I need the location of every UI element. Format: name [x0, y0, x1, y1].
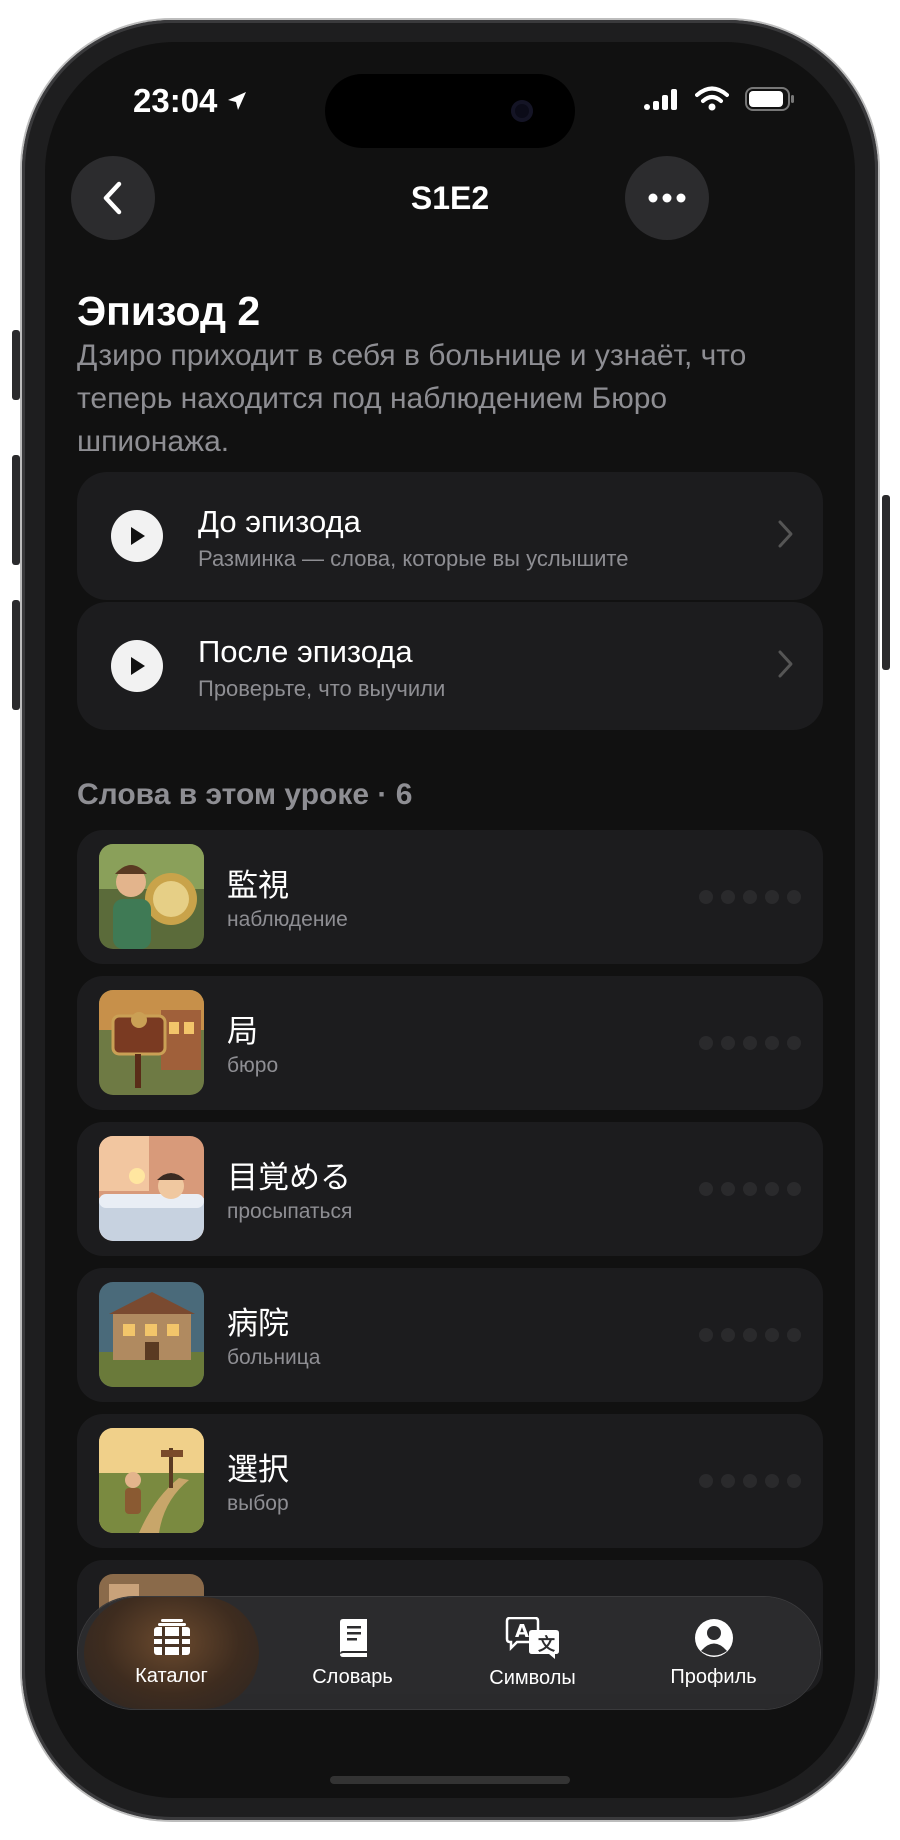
progress-dots [699, 890, 801, 904]
svg-text:A: A [515, 1621, 529, 1642]
tab-label: Символы [489, 1666, 576, 1689]
word-row[interactable]: 局 бюро [77, 976, 823, 1110]
tab-dictionary[interactable]: Словарь [265, 1597, 440, 1709]
word-row[interactable]: 選択 выбор [77, 1414, 823, 1548]
word-kanji: 目覚める [227, 1160, 351, 1195]
screen: 23:04 S1E2 Эпизод 2 Дзиро приходит в себ… [45, 42, 855, 1798]
word-translation: больница [227, 1346, 321, 1369]
word-translation: бюро [227, 1054, 279, 1077]
film-icon [153, 1618, 190, 1655]
power-button [882, 495, 890, 670]
profile-icon [694, 1618, 733, 1657]
battery-icon [745, 87, 794, 111]
word-kanji: 選択 [227, 1452, 289, 1487]
cellular-signal-icon [644, 89, 677, 110]
home-indicator [330, 1776, 570, 1784]
camera [511, 100, 533, 122]
wifi-icon [695, 86, 729, 111]
action-subtitle: Разминка — слова, которые вы услышите [198, 546, 629, 571]
play-icon [111, 510, 163, 562]
status-time: 23:04 [133, 82, 249, 120]
word-row[interactable]: 目覚める просыпаться [77, 1122, 823, 1256]
tab-bar: Каталог Словарь A 文 Символы Профиль [78, 1597, 820, 1709]
action-title: После эпизода [198, 634, 413, 669]
word-illustration [99, 1282, 204, 1387]
progress-dots [699, 1328, 801, 1342]
word-illustration [99, 990, 204, 1095]
word-translation: наблюдение [227, 908, 348, 931]
action-button [12, 330, 20, 400]
action-subtitle: Проверьте, что выучили [198, 676, 446, 701]
progress-dots [699, 1474, 801, 1488]
volume-up-button [12, 455, 20, 565]
episode-description: Дзиро приходит в себя в больнице и узнаё… [77, 339, 747, 458]
word-kanji: 局 [227, 1014, 258, 1049]
dynamic-island [325, 74, 575, 148]
svg-text:文: 文 [538, 1634, 556, 1655]
volume-down-button [12, 600, 20, 710]
play-icon [111, 640, 163, 692]
word-kanji: 病院 [227, 1306, 289, 1341]
words-section-title: Слова в этом уроке · 6 [77, 778, 413, 811]
before-episode-card[interactable]: До эпизода Разминка — слова, которые вы … [77, 472, 823, 600]
status-icons [643, 86, 795, 112]
clock: 23:04 [133, 82, 218, 119]
chevron-right-icon [778, 650, 793, 678]
word-list: 監視 наблюдение 局 бюро 目覚める просыпаться 病院… [77, 830, 823, 1706]
book-icon [339, 1618, 367, 1657]
tab-symbols[interactable]: A 文 Символы [445, 1597, 620, 1709]
tab-label: Каталог [135, 1664, 208, 1687]
word-illustration [99, 1136, 204, 1241]
word-illustration [99, 844, 204, 949]
tab-label: Словарь [312, 1665, 393, 1688]
episode-title: Эпизод 2 [77, 288, 261, 334]
nav-title: S1E2 [410, 180, 490, 216]
progress-dots [699, 1182, 801, 1196]
tab-profile[interactable]: Профиль [626, 1597, 801, 1709]
word-row[interactable]: 監視 наблюдение [77, 830, 823, 964]
after-episode-card[interactable]: После эпизода Проверьте, что выучили [77, 602, 823, 730]
action-title: До эпизода [198, 504, 361, 539]
ellipsis-icon [648, 193, 686, 203]
word-row[interactable]: 病院 больница [77, 1268, 823, 1402]
word-translation: выбор [227, 1492, 289, 1515]
translate-icon: A 文 [505, 1616, 559, 1659]
chevron-right-icon [778, 520, 793, 548]
word-translation: просыпаться [227, 1200, 353, 1223]
progress-dots [699, 1036, 801, 1050]
word-illustration [99, 1428, 204, 1533]
tab-label: Профиль [670, 1665, 757, 1688]
tab-catalog[interactable]: Каталог [84, 1597, 259, 1709]
more-button[interactable] [625, 156, 709, 240]
location-arrow-icon [228, 92, 247, 110]
word-kanji: 監視 [227, 868, 289, 903]
